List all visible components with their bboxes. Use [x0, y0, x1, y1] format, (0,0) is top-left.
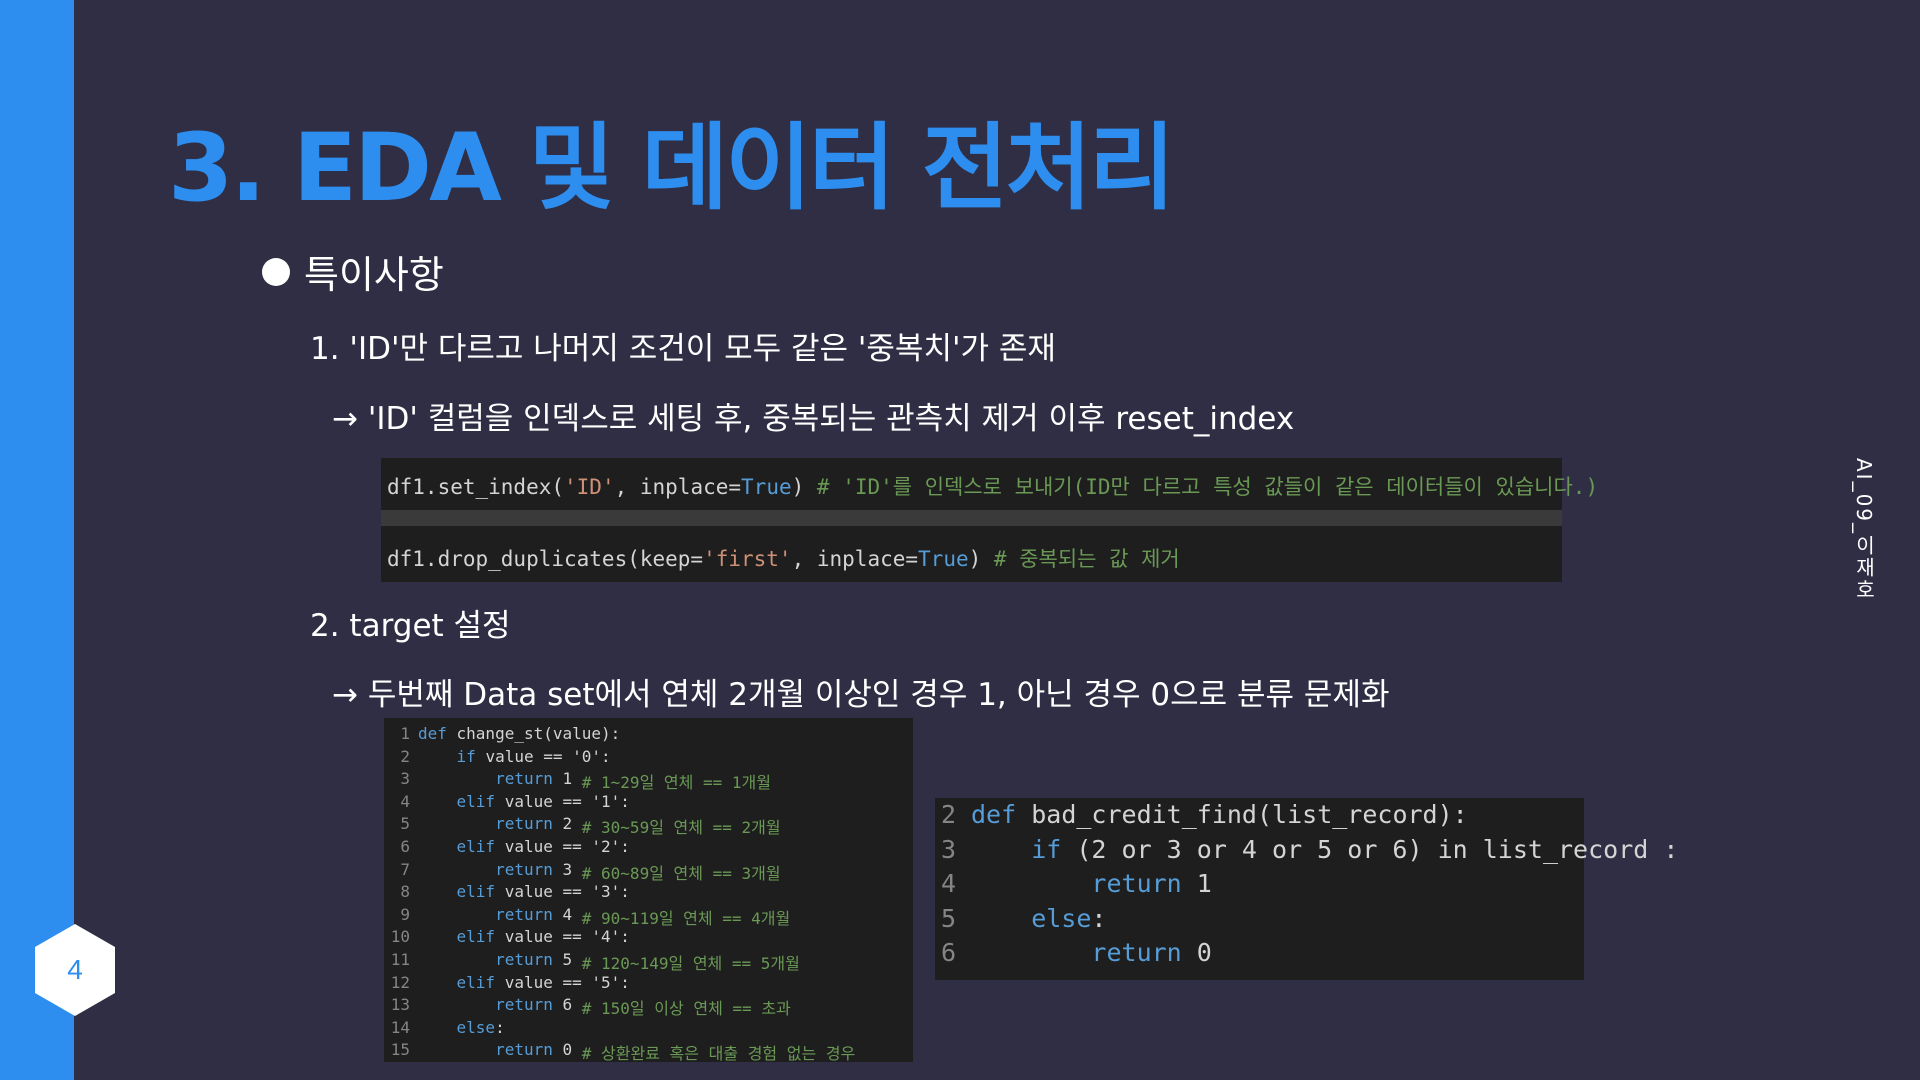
author-label: AI_09_이재호	[1852, 458, 1876, 602]
line-number: 6	[941, 938, 957, 967]
line-number: 3	[400, 769, 410, 789]
page-number: 4	[67, 954, 83, 985]
code-line: 15 return 0 # 상환완료 혹은 대출 경험 없는 경우	[384, 1040, 856, 1063]
line-number: 1	[400, 724, 410, 743]
code-line: 6 return 0	[941, 938, 1212, 967]
line-number: 7	[400, 859, 410, 879]
code-line: 7 return 3 # 60~89일 연체 == 3개월	[384, 859, 780, 883]
line-number: 2	[400, 746, 410, 766]
page-number-badge: 4	[35, 924, 115, 1016]
bullet-heading-text: 특이사항	[304, 253, 444, 297]
line-number: 2	[941, 800, 957, 829]
line-number: 13	[390, 995, 410, 1015]
line-number: 5	[400, 814, 410, 834]
line-number: 10	[390, 927, 410, 947]
code-line: df1.set_index('ID', inplace=True) # 'ID'…	[387, 475, 1599, 499]
code-line: 5 return 2 # 30~59일 연체 == 2개월	[384, 814, 780, 837]
code-line: 9 return 4 # 90~119일 연체 == 4개월	[384, 905, 790, 928]
line-number: 11	[390, 950, 410, 969]
line-number: 5	[941, 903, 957, 933]
left-accent-bar	[0, 0, 74, 1080]
bullet-heading: 특이사항	[262, 244, 444, 299]
slide-title: 3. EDA 및 데이터 전처리	[168, 114, 1175, 223]
line-number: 3	[941, 834, 957, 864]
code-block-change-st: 1 def change_st(value): 2 if value == '0':…	[384, 718, 913, 1063]
code-line: 4 return 1	[941, 869, 1212, 898]
code-separator	[381, 510, 1562, 526]
bullet-dot-icon	[262, 257, 290, 286]
code-line: 10 elif value == '4':	[384, 927, 630, 950]
code-block-bad-credit: 2 def bad_credit_find(list_record): 3 if (…	[935, 798, 1678, 980]
line-number: 15	[390, 1040, 410, 1060]
code-line: 6 elif value == '2':	[384, 837, 630, 860]
code-line: 14 else:	[384, 1018, 505, 1041]
line-number: 4	[941, 869, 957, 898]
line-number: 4	[400, 791, 410, 811]
code-line: 3 if (2 or 3 or 4 or 5 or 6) in list_rec…	[941, 834, 1679, 864]
line-number: 6	[400, 837, 410, 856]
line-number: 14	[390, 1017, 410, 1037]
line-number: 9	[400, 904, 410, 924]
code-block-dedup: df1.set_index('ID', inplace=True) # 'ID'…	[381, 458, 1598, 582]
code-line: 5 else:	[941, 903, 1107, 933]
item-1-text: 1. 'ID'만 다르고 나머지 조건이 모두 같은 '중복치'가 존재	[310, 331, 1056, 367]
item-2-subtext: → 두번째 Data set에서 연체 2개월 이상인 경우 1, 아닌 경우 …	[332, 677, 1390, 713]
code-line: 13 return 6 # 150일 이상 연체 == 초과	[384, 995, 791, 1018]
code-line: 1 def change_st(value):	[384, 724, 620, 747]
code-line: 2 def bad_credit_find(list_record):	[941, 800, 1468, 829]
code-line: 8 elif value == '3':	[384, 882, 630, 905]
item-1-subtext: → 'ID' 컬럼을 인덱스로 세팅 후, 중복되는 관측치 제거 이후 res…	[332, 401, 1295, 437]
code-line: 12 elif value == '5':	[384, 973, 630, 996]
line-number: 12	[390, 972, 410, 992]
code-line: 4 elif value == '1':	[384, 792, 630, 815]
code-line: 2 if value == '0':	[384, 746, 610, 770]
item-2-text: 2. target 설정	[310, 608, 511, 644]
line-number: 8	[400, 882, 410, 902]
code-line: 3 return 1 # 1~29일 연체 == 1개월	[384, 769, 771, 792]
code-line: df1.drop_duplicates(keep='first', inplac…	[387, 547, 1180, 571]
code-line: 11 return 5 # 120~149일 연체 == 5개월	[384, 950, 800, 973]
